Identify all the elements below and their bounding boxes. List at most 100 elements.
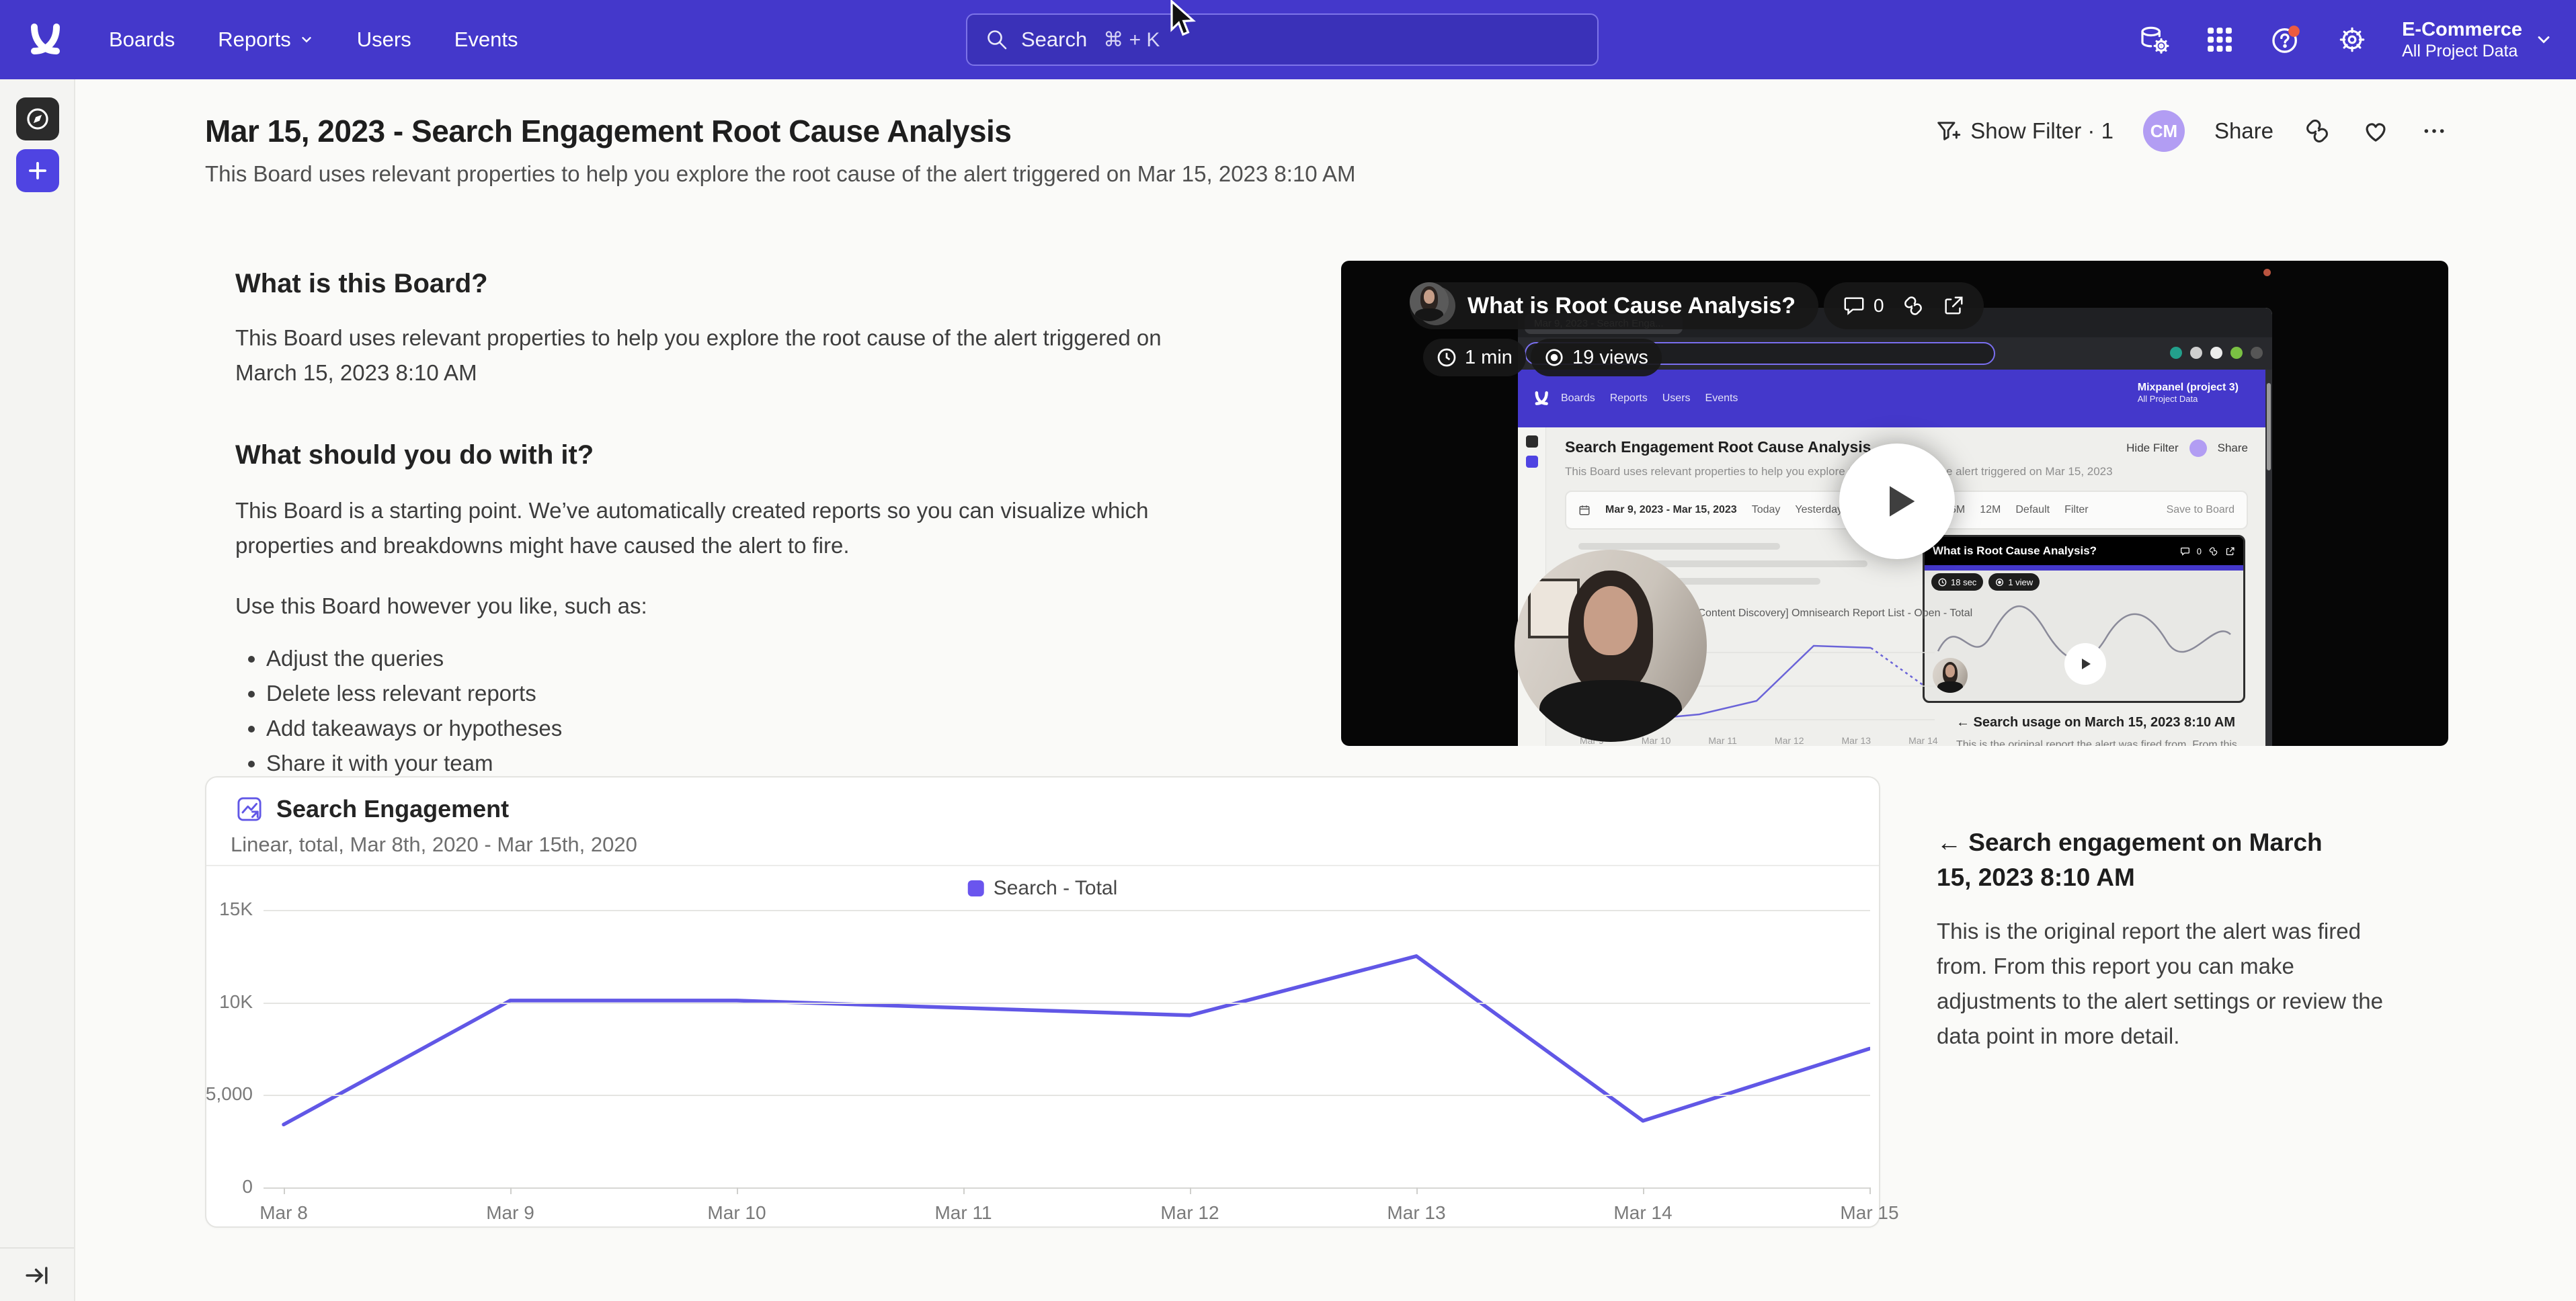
show-filter-button[interactable]: Show Filter · 1 — [1934, 118, 2114, 144]
nav-item-events[interactable]: Events — [454, 28, 518, 52]
section-heading-1: What is this Board? — [235, 269, 1250, 299]
project-name: E-Commerce — [2402, 18, 2522, 42]
search-shortcut: ⌘ + K — [1103, 28, 1160, 52]
section-para-2: This Board is a starting point. We’ve au… — [235, 493, 1250, 563]
usage-bullet-list: Adjust the queries Delete less relevant … — [266, 644, 1250, 778]
nested-player-badges: 18 sec 1 view — [1931, 573, 2040, 591]
video-comments-button[interactable]: 0 — [1843, 294, 1884, 317]
legend-label: Search - Total — [994, 877, 1118, 900]
y-axis-label: 10K — [199, 991, 253, 1013]
chart-plot: 0 5,000 10K 15K Mar 8 Mar 9 Mar 10 Mar 1… — [264, 910, 1870, 1187]
chart-legend[interactable]: Search - Total — [968, 877, 1118, 900]
search-input[interactable]: Search ⌘ + K — [966, 13, 1599, 66]
search-placeholder: Search — [1021, 28, 1087, 52]
video-duration-badge: 1 min — [1423, 339, 1526, 376]
report-title[interactable]: Search Engagement — [276, 795, 509, 823]
create-new-button[interactable] — [16, 149, 59, 192]
list-item: Share it with your team — [266, 749, 1250, 778]
views-icon — [1995, 578, 2004, 587]
page-subtitle: This Board uses relevant properties to h… — [205, 161, 1356, 187]
nav-item-users[interactable]: Users — [357, 28, 411, 52]
nested-play-button — [2064, 643, 2106, 685]
nav-item-reports[interactable]: Reports — [218, 28, 314, 52]
mini-extension-icons — [2170, 347, 2263, 359]
project-scope: All Project Data — [2402, 41, 2522, 61]
external-link-icon — [2225, 546, 2235, 556]
video-link-button[interactable] — [1902, 294, 1925, 317]
plus-icon — [24, 157, 51, 184]
filter-plus-icon — [1934, 118, 1961, 144]
x-axis-tick — [1190, 1187, 1191, 1194]
mini-chart-legend: [Content Discovery] Omnisearch Report Li… — [1679, 607, 1972, 620]
mixpanel-logo-icon[interactable] — [26, 20, 65, 59]
apps-grid-icon[interactable] — [2204, 24, 2235, 55]
expand-sidebar-button[interactable] — [23, 1261, 52, 1290]
video-action-pill: 0 — [1824, 282, 1984, 329]
favorite-button[interactable] — [2361, 116, 2390, 146]
section-heading-2: What should you do with it? — [235, 440, 1250, 470]
x-axis-tick — [1869, 1187, 1871, 1194]
nested-player-titlebar: What is Root Cause Analysis? 0 — [1925, 537, 2243, 565]
nav-label: Reports — [218, 28, 291, 52]
gear-icon[interactable] — [2336, 24, 2368, 56]
video-views-badge: 19 views — [1531, 339, 1662, 376]
mini-note-block: ← Search usage on March 15, 2023 8:10 AM… — [1956, 715, 2239, 746]
y-axis-label: 15K — [199, 898, 253, 920]
x-axis-tick — [963, 1187, 965, 1194]
project-selector[interactable]: E-Commerce All Project Data — [2402, 18, 2553, 62]
report-subtitle: Linear, total, Mar 8th, 2020 - Mar 15th,… — [231, 833, 637, 857]
x-axis-label: Mar 12 — [1150, 1202, 1230, 1224]
comment-icon — [1843, 294, 1865, 317]
clock-icon — [1938, 578, 1947, 587]
top-nav: Boards Reports Users Events Search ⌘ + K — [0, 0, 2576, 79]
x-axis-tick — [1643, 1187, 1644, 1194]
chevron-down-icon — [299, 32, 314, 47]
share-button[interactable]: Share — [2214, 118, 2273, 144]
mini-scrollbar — [2265, 370, 2272, 746]
help-button[interactable] — [2269, 23, 2302, 56]
x-axis-tick — [284, 1187, 285, 1194]
copy-link-button[interactable] — [2303, 117, 2331, 145]
chevron-down-icon — [2534, 30, 2553, 49]
list-item: Add takeaways or hypotheses — [266, 714, 1250, 743]
link-icon — [2208, 546, 2218, 556]
nav-right-cluster: E-Commerce All Project Data — [2138, 0, 2553, 79]
line-chart-icon — [236, 796, 263, 823]
more-options-button[interactable] — [2420, 117, 2448, 145]
data-management-icon[interactable] — [2138, 24, 2171, 56]
mini-nav-items: BoardsReports UsersEvents — [1561, 392, 1738, 405]
x-axis-label: Mar 10 — [696, 1202, 777, 1224]
video-views: 19 views — [1572, 347, 1648, 369]
video-title-pill[interactable]: What is Root Cause Analysis? — [1410, 282, 1818, 329]
comment-icon — [2180, 546, 2190, 556]
section-para-3: Use this Board however you like, such as… — [235, 589, 1250, 624]
nav-label: Boards — [109, 28, 175, 52]
legend-swatch — [968, 880, 984, 896]
video-duration: 1 min — [1465, 347, 1513, 369]
x-axis-label: Mar 15 — [1829, 1202, 1910, 1224]
compass-icon — [23, 104, 52, 134]
list-item: Adjust the queries — [266, 644, 1250, 673]
discover-button[interactable] — [16, 97, 59, 140]
x-axis-label: Mar 11 — [923, 1202, 1004, 1224]
user-avatar[interactable]: CM — [2143, 110, 2185, 152]
presenter-webcam-circle — [1515, 550, 1707, 742]
x-axis-label: Mar 8 — [243, 1202, 324, 1224]
main-nav: Boards Reports Users Events — [109, 28, 518, 52]
calendar-icon — [1578, 504, 1591, 516]
nav-label: Events — [454, 28, 518, 52]
views-icon — [1544, 347, 1564, 368]
x-axis-label: Mar 14 — [1603, 1202, 1683, 1224]
nav-item-boards[interactable]: Boards — [109, 28, 175, 52]
x-axis-label: Mar 13 — [1376, 1202, 1457, 1224]
sidebar-divider — [0, 1247, 74, 1249]
x-axis-label: Mar 9 — [470, 1202, 551, 1224]
note-body: This is the original report the alert wa… — [1937, 914, 2401, 1054]
mouse-cursor — [1168, 0, 1199, 39]
section-para-1: This Board uses relevant properties to h… — [235, 321, 1223, 390]
video-open-external-button[interactable] — [1942, 294, 1965, 317]
video-embed[interactable]: Mar 9, 2023 - Search Enga... BoardsRepor… — [1341, 261, 2448, 746]
video-play-button[interactable] — [1839, 444, 1955, 559]
chart-gridline — [264, 1003, 1870, 1004]
mini-logo-icon — [1533, 390, 1550, 407]
